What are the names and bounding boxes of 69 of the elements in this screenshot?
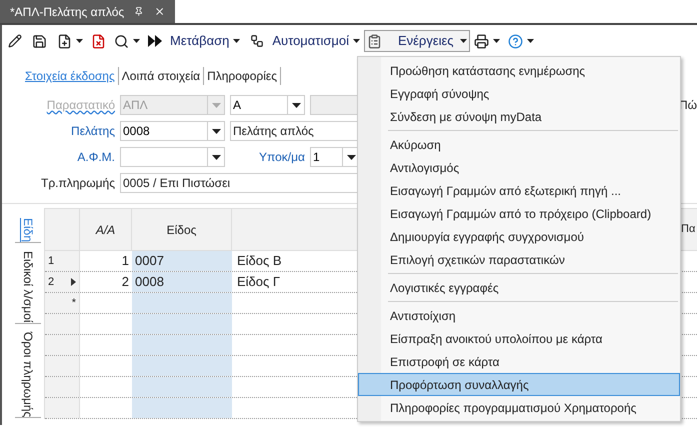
branch-label: Υποκ/μα (258, 149, 305, 166)
pencil-icon[interactable] (8, 34, 22, 48)
row-header[interactable]: 1 (45, 251, 80, 271)
pin-icon[interactable] (134, 6, 144, 17)
dropdown-arrow-icon (292, 102, 300, 108)
menu-item[interactable]: Δημιουργία εγγραφής συγχρονισμού (358, 225, 680, 248)
customer-label: Πελάτης (70, 123, 115, 140)
vat-label: Α.Φ.Μ. (76, 149, 115, 166)
table-cell: 0007 (132, 251, 232, 271)
caret-icon (133, 39, 140, 43)
side-tab[interactable]: Ειδικοί λ/σμοί (15, 251, 41, 324)
row-header[interactable]: * (45, 293, 80, 313)
branch-dropdown[interactable]: 1 (310, 147, 360, 167)
menu-item[interactable]: Προώθηση κατάστασης ενημέρωσης (358, 59, 680, 82)
form-tab[interactable]: Πληροφορίες (204, 67, 281, 85)
clipboard-icon (366, 34, 382, 48)
table-cell-text: 2 (120, 273, 130, 292)
menu-item[interactable]: Είσπραξη ανοικτού υπολοίπου με κάρτα (358, 327, 680, 350)
customer-code-dropdown[interactable]: 0008 (120, 121, 225, 141)
dropdown-arrow-icon (212, 154, 220, 160)
actions-button[interactable]: Ενέργειες (364, 30, 470, 52)
caret-icon (233, 39, 240, 43)
table-cell-text: Είδος Β (237, 252, 282, 270)
menu-item[interactable]: Επιστροφή σε κάρτα (358, 350, 680, 373)
save-icon[interactable] (32, 34, 47, 48)
row-header[interactable]: 2 (45, 272, 80, 292)
column-header: Α/Α (80, 209, 132, 250)
caret-icon (352, 39, 360, 43)
caret-icon (460, 39, 467, 43)
row-number: 2 (48, 274, 54, 290)
new-file-icon[interactable] (57, 34, 72, 48)
dropdown-arrow-icon (212, 128, 220, 134)
side-tab[interactable]: Είδη (15, 218, 41, 244)
close-icon[interactable] (154, 5, 165, 18)
menu-item[interactable]: Επιλογή σχετικών παραστατικών (358, 248, 680, 271)
menu-item[interactable]: Αντιστοίχιση (358, 304, 680, 327)
caret-icon (76, 39, 83, 43)
automation-button[interactable]: Αυτοματισμοί (272, 31, 360, 51)
menu-item[interactable]: Λογιστικές εγγραφές (358, 276, 680, 299)
caret-icon (492, 39, 500, 43)
column-header: Πα (681, 222, 696, 237)
table-cell-text: Είδος Γ (237, 273, 280, 292)
fast-forward-icon[interactable] (148, 35, 162, 47)
table-cell: 0008 (132, 272, 232, 292)
table-cell-text: 1 (120, 252, 130, 270)
side-tab[interactable]: Όροι πληρωμής (15, 332, 41, 418)
current-row-icon (71, 278, 76, 286)
delete-file-icon[interactable] (91, 34, 106, 48)
document-tab[interactable]: *ΑΠΛ-Πελάτης απλός (0, 0, 175, 23)
help-icon[interactable] (508, 34, 523, 48)
column-header: Είδος (132, 209, 232, 250)
dropdown-arrow-icon (346, 154, 356, 160)
document-tab-title: *ΑΠΛ-Πελάτης απλός (10, 4, 124, 20)
payment-label: Τρ.πληρωμής (40, 175, 115, 192)
print-icon[interactable] (474, 34, 489, 48)
menu-item[interactable]: Πληροφορίες προγραμματισμού Χρηματοροής (358, 396, 680, 419)
new-row-marker: * (72, 296, 76, 311)
document-label: Παραστατικό (46, 97, 115, 114)
menu-item[interactable]: Εγγραφή σύνοψης (358, 82, 680, 105)
form-tab[interactable]: Στοιχεία έκδοσης (22, 67, 119, 85)
goto-button[interactable]: Μετάβαση (170, 31, 240, 51)
automation-icon[interactable] (250, 34, 264, 48)
caret-icon (526, 39, 534, 43)
search-icon[interactable] (114, 34, 129, 48)
menu-item[interactable]: Εισαγωγή Γραμμών από το πρόχειρο (Clipboard) (358, 202, 680, 225)
row-number: 1 (48, 254, 54, 269)
dropdown-arrow-icon (212, 102, 220, 108)
form-tab[interactable]: Λοιπά στοιχεία (118, 67, 204, 85)
menu-item[interactable]: Προφόρτωση συναλλαγής (358, 373, 680, 396)
